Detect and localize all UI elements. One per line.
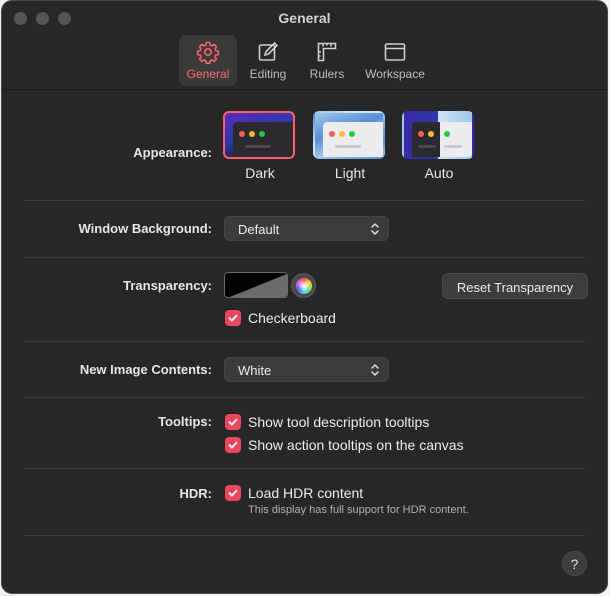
section-divider: [24, 341, 585, 342]
color-wheel-icon: [296, 278, 312, 294]
tab-editing[interactable]: Editing: [242, 35, 294, 86]
workspace-icon: [384, 43, 406, 61]
gear-icon: [196, 41, 220, 64]
checkbox-label: Show tool description tooltips: [248, 414, 430, 430]
theme-label: Auto: [424, 165, 454, 181]
hdr-label: HDR:: [179, 486, 213, 501]
color-wheel-button[interactable]: [291, 273, 316, 298]
load-hdr-content-checkbox[interactable]: Load HDR content: [225, 484, 363, 502]
checkerboard-checkbox[interactable]: Checkerboard: [225, 309, 336, 327]
theme-option-light[interactable]: Light: [313, 111, 387, 181]
new-image-contents-select[interactable]: White: [224, 357, 389, 382]
help-button[interactable]: ?: [562, 551, 587, 576]
checkbox-label: Checkerboard: [248, 310, 336, 326]
checkmark-icon: [225, 414, 241, 430]
tooltips-label: Tooltips:: [158, 414, 212, 429]
reset-transparency-button[interactable]: Reset Transparency: [442, 273, 588, 299]
theme-label: Light: [334, 165, 366, 181]
tab-label: Rulers: [309, 67, 345, 81]
tab-rulers[interactable]: Rulers: [302, 35, 352, 86]
section-divider: [24, 535, 585, 536]
section-divider: [24, 200, 585, 201]
theme-option-auto[interactable]: Auto: [402, 111, 476, 181]
light-theme-thumbnail: [313, 111, 385, 159]
theme-option-dark[interactable]: Dark: [223, 111, 297, 181]
preferences-toolbar: General Editing Rulers Workspace: [2, 35, 607, 89]
tab-label: Editing: [249, 67, 287, 81]
tool-description-tooltips-checkbox[interactable]: Show tool description tooltips: [225, 413, 429, 431]
section-divider: [24, 397, 585, 398]
checkmark-icon: [225, 485, 241, 501]
dark-theme-thumbnail: [223, 111, 295, 159]
transparency-swatch-graphic: [225, 273, 287, 297]
new-image-contents-label: New Image Contents:: [79, 362, 212, 377]
window-title: General: [278, 10, 331, 26]
section-divider: [24, 468, 585, 469]
rulers-icon: [317, 42, 337, 62]
tab-label: Workspace: [365, 67, 425, 81]
window-background-select[interactable]: Default: [224, 216, 389, 241]
tab-workspace[interactable]: Workspace: [360, 35, 430, 86]
toolbar-divider: [2, 89, 607, 90]
chevron-up-down-icon: [371, 364, 379, 376]
select-value: White: [238, 363, 272, 378]
checkbox-label: Load HDR content: [248, 485, 364, 501]
preferences-window: General General Editing Rulers Workspace…: [1, 0, 608, 594]
window-background-label: Window Background:: [78, 221, 213, 236]
auto-theme-thumbnail: [402, 111, 474, 159]
chevron-up-down-icon: [371, 223, 379, 235]
section-divider: [24, 257, 585, 258]
appearance-label: Appearance:: [133, 145, 212, 160]
theme-label: Dark: [245, 165, 275, 181]
transparency-label: Transparency:: [123, 278, 212, 293]
tab-general[interactable]: General: [179, 35, 237, 86]
checkbox-label: Show action tooltips on the canvas: [248, 437, 464, 453]
checkmark-icon: [225, 437, 241, 453]
checkmark-icon: [225, 310, 241, 326]
action-tooltips-checkbox[interactable]: Show action tooltips on the canvas: [225, 436, 464, 454]
edit-icon: [258, 41, 279, 61]
select-value: Default: [238, 222, 280, 237]
transparency-color-swatch[interactable]: [224, 272, 288, 298]
tab-label: General: [186, 67, 230, 81]
hdr-support-note: This display has full support for HDR co…: [248, 504, 469, 516]
